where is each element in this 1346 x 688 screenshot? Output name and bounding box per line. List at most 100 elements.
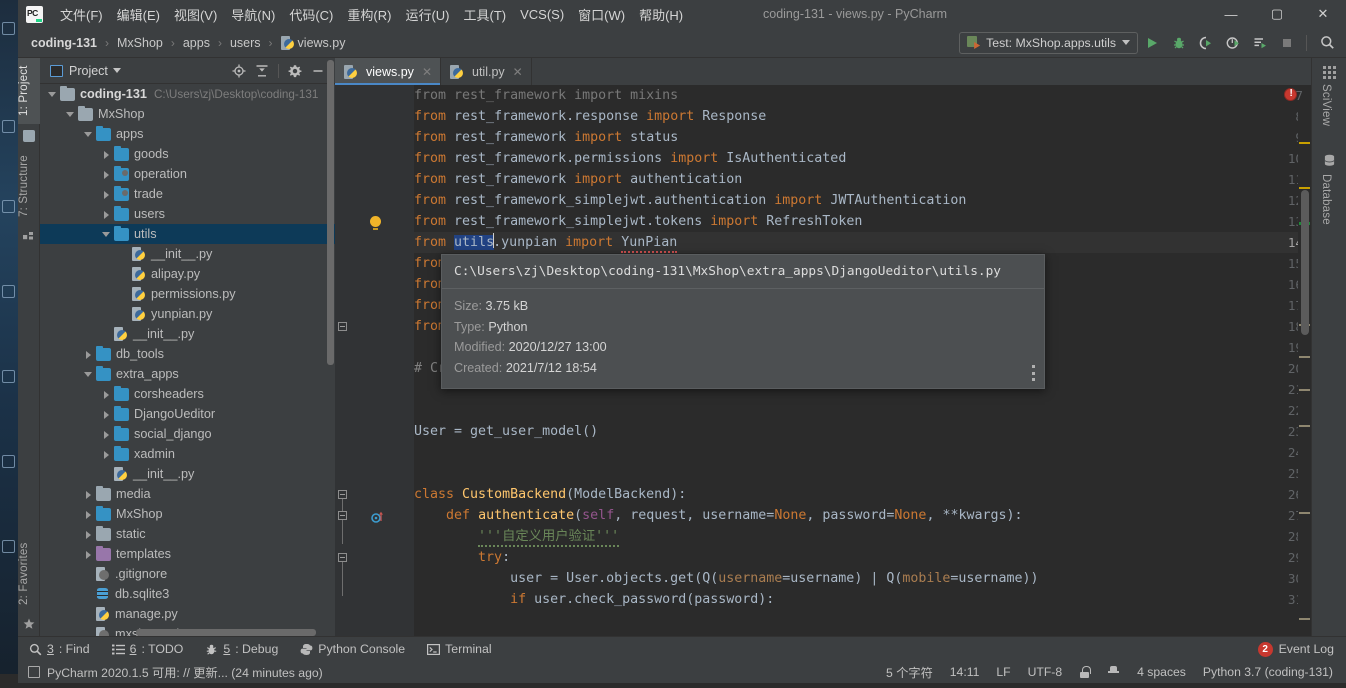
- chevron-right-icon[interactable]: [101, 209, 112, 220]
- chevron-right-icon[interactable]: [101, 149, 112, 160]
- editor-scrollbar-thumb[interactable]: [1301, 190, 1309, 335]
- select-opened-file-button[interactable]: [228, 60, 250, 82]
- fold-marker-line-26[interactable]: [338, 490, 347, 499]
- tree-row[interactable]: static: [40, 524, 335, 544]
- status-message-area[interactable]: PyCharm 2020.1.5 可用: // 更新... (24 minute…: [18, 663, 323, 681]
- chevron-down-icon[interactable]: [83, 369, 94, 380]
- code-line[interactable]: from rest_framework import status: [414, 127, 678, 148]
- project-tree-scrollbar[interactable]: [327, 60, 334, 365]
- hide-panel-button[interactable]: [307, 60, 329, 82]
- run-configuration-selector[interactable]: Test: MxShop.apps.utils: [959, 31, 1138, 54]
- tree-row[interactable]: extra_apps: [40, 364, 335, 384]
- tree-row[interactable]: apps: [40, 124, 335, 144]
- tree-row[interactable]: utils: [40, 224, 335, 244]
- overriding-method-icon[interactable]: [371, 511, 384, 524]
- chevron-down-icon[interactable]: [47, 89, 58, 100]
- stripe-warning-marker[interactable]: [1299, 187, 1310, 189]
- tree-row[interactable]: db_tools: [40, 344, 335, 364]
- code-line[interactable]: user = User.objects.get(Q(username=usern…: [414, 568, 1038, 589]
- code-line[interactable]: if user.check_password(password):: [414, 589, 774, 610]
- stripe-occurrence-marker[interactable]: [1299, 389, 1310, 391]
- tree-row[interactable]: trade: [40, 184, 335, 204]
- code-line[interactable]: from rest_framework import authenticatio…: [414, 169, 742, 190]
- collapse-all-button[interactable]: [251, 60, 273, 82]
- chevron-right-icon[interactable]: [83, 509, 94, 520]
- status-message[interactable]: PyCharm 2020.1.5 可用: // 更新... (24 minute…: [47, 663, 323, 681]
- search-everywhere-button[interactable]: [1314, 30, 1340, 56]
- tree-row[interactable]: __init__.py: [40, 324, 335, 344]
- inspection-error-badge[interactable]: [1284, 88, 1297, 101]
- menu-refactor[interactable]: 重构(R): [340, 2, 398, 27]
- code-line[interactable]: from rest_framework_simplejwt.tokens imp…: [414, 211, 862, 232]
- tree-row[interactable]: users: [40, 204, 335, 224]
- editor-tab-util-py[interactable]: util.py ✕: [441, 58, 532, 85]
- tree-row[interactable]: corsheaders: [40, 384, 335, 404]
- chevron-right-icon[interactable]: [83, 529, 94, 540]
- stripe-occurrence-marker[interactable]: [1299, 512, 1310, 514]
- stripe-occurrence-marker[interactable]: [1299, 618, 1310, 620]
- sidebar-item-structure[interactable]: 7: Structure: [18, 146, 40, 226]
- tool-todo[interactable]: 6: TODO: [101, 637, 195, 662]
- stripe-warning-marker[interactable]: [1299, 142, 1310, 144]
- intention-bulb-icon[interactable]: [370, 216, 381, 230]
- tree-row[interactable]: alipay.py: [40, 264, 335, 284]
- menu-tools[interactable]: 工具(T): [456, 2, 513, 27]
- breadcrumb-mxshop[interactable]: MxShop: [114, 35, 166, 51]
- run-with-console-button[interactable]: [1247, 30, 1273, 56]
- chevron-right-icon[interactable]: [83, 489, 94, 500]
- editor-tab-views-py[interactable]: views.py ✕: [335, 58, 441, 85]
- tool-find[interactable]: 3: Find: [18, 637, 101, 662]
- menu-navigate[interactable]: 导航(N): [224, 2, 282, 27]
- code-folding-rail[interactable]: [400, 85, 414, 636]
- code-line[interactable]: from rest_framework.permissions import I…: [414, 148, 846, 169]
- chevron-down-icon[interactable]: [101, 229, 112, 240]
- tool-debug[interactable]: 5: Debug: [194, 637, 289, 662]
- tree-row[interactable]: goods: [40, 144, 335, 164]
- tree-row[interactable]: manage.py: [40, 604, 335, 624]
- chevron-right-icon[interactable]: [83, 349, 94, 360]
- tooltip-more-options-icon[interactable]: [1031, 365, 1035, 381]
- code-line[interactable]: class CustomBackend(ModelBackend):: [414, 484, 686, 505]
- close-icon[interactable]: ✕: [422, 65, 432, 79]
- code-line[interactable]: def authenticate(self, request, username…: [414, 505, 1022, 526]
- tree-row[interactable]: templates: [40, 544, 335, 564]
- code-line[interactable]: from rest_framework.response import Resp…: [414, 106, 766, 127]
- indent-setting[interactable]: 4 spaces: [1137, 665, 1186, 679]
- error-stripe-marker-column[interactable]: [1298, 112, 1311, 636]
- tool-terminal[interactable]: Terminal: [416, 637, 502, 662]
- lock-icon[interactable]: [1079, 666, 1092, 678]
- project-tree-hscrollbar[interactable]: [136, 629, 316, 636]
- tree-row[interactable]: MxShop: [40, 104, 335, 124]
- run-with-coverage-button[interactable]: [1193, 30, 1219, 56]
- sidebar-item-sciview[interactable]: SciView: [1320, 84, 1332, 126]
- menu-run[interactable]: 运行(U): [398, 2, 456, 27]
- tree-row[interactable]: MxShop: [40, 504, 335, 524]
- code-line[interactable]: '''自定义用户验证''': [414, 526, 620, 547]
- close-button[interactable]: ✕: [1300, 0, 1346, 28]
- chevron-right-icon[interactable]: [101, 189, 112, 200]
- maximize-button[interactable]: ▢: [1254, 0, 1300, 28]
- breadcrumb-users[interactable]: users: [227, 35, 264, 51]
- tree-row[interactable]: db.sqlite3: [40, 584, 335, 604]
- sidebar-item-database[interactable]: Database: [1320, 174, 1332, 225]
- python-interpreter[interactable]: Python 3.7 (coding-131): [1203, 665, 1333, 679]
- fold-marker-line-27[interactable]: [338, 511, 347, 520]
- tree-row[interactable]: __init__.py: [40, 244, 335, 264]
- project-tree[interactable]: coding-131 C:\Users\zj\Desktop\coding-131…: [40, 84, 335, 636]
- caret-position[interactable]: 14:11: [950, 665, 980, 679]
- fold-marker-line-18[interactable]: [338, 322, 347, 331]
- profile-button[interactable]: [1220, 30, 1246, 56]
- code-line[interactable]: from utils.yunpian import YunPian: [414, 232, 678, 253]
- menu-help[interactable]: 帮助(H): [632, 2, 690, 27]
- tree-row[interactable]: __init__.py: [40, 464, 335, 484]
- run-button[interactable]: [1139, 30, 1165, 56]
- code-line[interactable]: try:: [414, 547, 510, 568]
- menu-window[interactable]: 窗口(W): [571, 2, 632, 27]
- tree-row[interactable]: yunpian.py: [40, 304, 335, 324]
- menu-edit[interactable]: 编辑(E): [110, 2, 167, 27]
- tree-row[interactable]: permissions.py: [40, 284, 335, 304]
- line-separator[interactable]: LF: [996, 665, 1010, 679]
- settings-gear-button[interactable]: [284, 60, 306, 82]
- breadcrumb-coding-131[interactable]: coding-131: [28, 35, 100, 51]
- menu-view[interactable]: 视图(V): [167, 2, 224, 27]
